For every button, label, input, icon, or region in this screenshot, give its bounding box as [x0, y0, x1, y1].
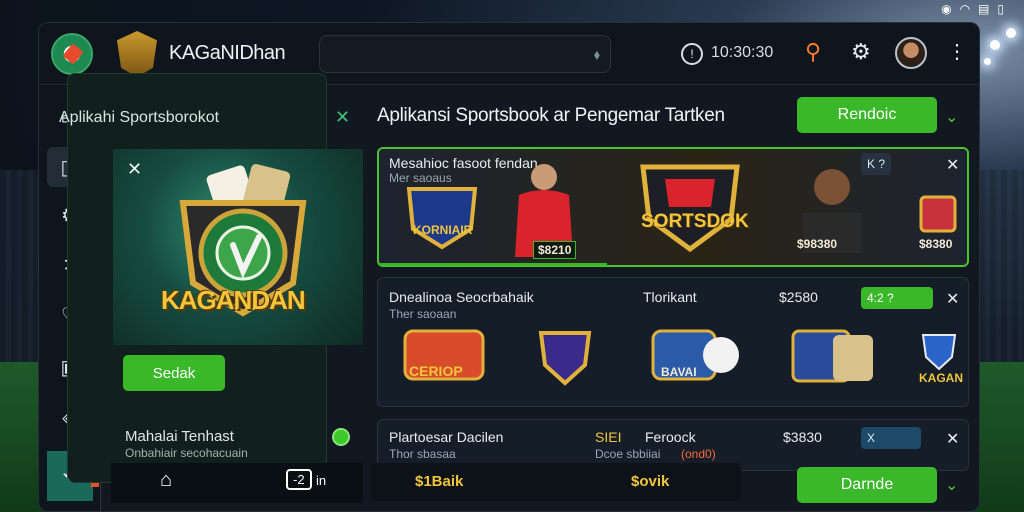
badge-text: SORTSDOK [641, 211, 749, 232]
shield-badge-icon [538, 331, 592, 386]
sportsbook-shield-icon [640, 164, 740, 253]
card-amount: $2580 [779, 289, 818, 305]
signal-icon: ◉ [941, 2, 952, 16]
stadium-light [984, 58, 991, 65]
stadium-light [990, 40, 1000, 50]
brand-name: KAGaNIDhan [169, 42, 286, 64]
odds-pill[interactable]: 4:2 ? [861, 287, 933, 309]
promo-title: Aplikahi Sportsborokot [59, 109, 220, 126]
score-2: $98380 [797, 237, 838, 251]
card-middle: Feroock [645, 429, 696, 445]
bottom-left-text[interactable]: $1Baik [415, 473, 463, 490]
promo-footer-subtitle: Onbahiair secohacuain [125, 446, 248, 460]
cards-badge-icon [791, 329, 873, 383]
search-input[interactable]: ⬧ [319, 35, 611, 73]
badge-text: CERIOP [409, 363, 463, 379]
team-badge-icon [406, 187, 478, 250]
home-icon[interactable]: ⌂ [160, 469, 172, 492]
card-title: Dnealinoa Seocrbahaik [389, 289, 534, 305]
close-icon[interactable]: ✕ [946, 429, 959, 449]
bottom-action-button[interactable]: Darnde [797, 467, 937, 503]
battery-icon: ▯ [997, 2, 1004, 16]
status-dot[interactable] [332, 428, 350, 446]
featured-pill[interactable]: K ? [861, 153, 892, 175]
emblem-text: KAGANDAN [161, 285, 306, 315]
card-amount: $3830 [783, 429, 822, 445]
clock-text: 10:30:30 [711, 44, 774, 61]
card-subtitle: Thor sbasaa [389, 447, 456, 461]
chevron-down-icon[interactable]: ⌄ [945, 475, 958, 495]
settings-icon[interactable]: ⚙ [851, 39, 871, 65]
badge-text: BAVAI [661, 365, 697, 379]
wifi-icon: ◠ [959, 2, 971, 16]
mic-icon[interactable]: ⬧ [594, 46, 600, 63]
score-3: $8380 [919, 237, 953, 251]
system-status-bar: ◉ ◠ ▤ ▯ [941, 0, 1004, 18]
card-middle-tag: (ond0) [681, 447, 716, 461]
card-middle-left: SIEI [595, 429, 622, 445]
sim-icon: ▤ [978, 2, 990, 16]
avatar[interactable] [895, 37, 927, 69]
badge-text: KAGAN [919, 371, 963, 385]
card-middle: Tlorikant [643, 289, 697, 305]
close-icon[interactable]: ✕ [946, 155, 959, 175]
clock-icon: ! [681, 43, 703, 65]
tv-label: in [316, 473, 327, 488]
more-menu-icon[interactable]: ⋮ [947, 39, 967, 64]
badge-text: KORNIAIR [413, 223, 473, 237]
card-subtitle: Ther saoaan [389, 307, 457, 321]
odds-pill[interactable]: X [861, 427, 921, 449]
page-title: Aplikansi Sportsbook ar Pengemar Tartken [377, 105, 725, 126]
trophy-badge-icon [919, 195, 957, 233]
stadium-light [1006, 28, 1016, 38]
bottom-right-text[interactable]: $ovik [631, 473, 669, 490]
score-1: $8210 [533, 241, 577, 259]
shield-badge-icon [921, 334, 957, 371]
app-window: KAGaNIDhan ⬧ ! 10:30:30 ⚲ ⚙ ⋮ ▭ ◫ ⚙ ⁙ ♡ … [38, 22, 980, 512]
close-icon[interactable]: ✕ [335, 107, 350, 128]
promo-footer-title: Mahalai Tenhast [125, 428, 234, 445]
card-middle-subtitle: Dcoe sbbiiai [595, 447, 661, 461]
tv-icon[interactable]: -2 [286, 469, 312, 490]
chevron-down-icon[interactable]: ⌄ [945, 107, 958, 127]
close-icon[interactable]: ✕ [127, 159, 142, 180]
brand-shield-icon [117, 31, 157, 77]
close-icon[interactable]: ✕ [946, 289, 959, 309]
top-action-button[interactable]: Rendoic [797, 97, 937, 133]
progress-bar [379, 263, 607, 266]
promo-button[interactable]: Sedak [123, 355, 225, 391]
card-title: Plartoesar Dacilen [389, 429, 504, 445]
logo-icon[interactable] [51, 33, 93, 75]
tools-icon[interactable]: ⚲ [805, 39, 821, 65]
